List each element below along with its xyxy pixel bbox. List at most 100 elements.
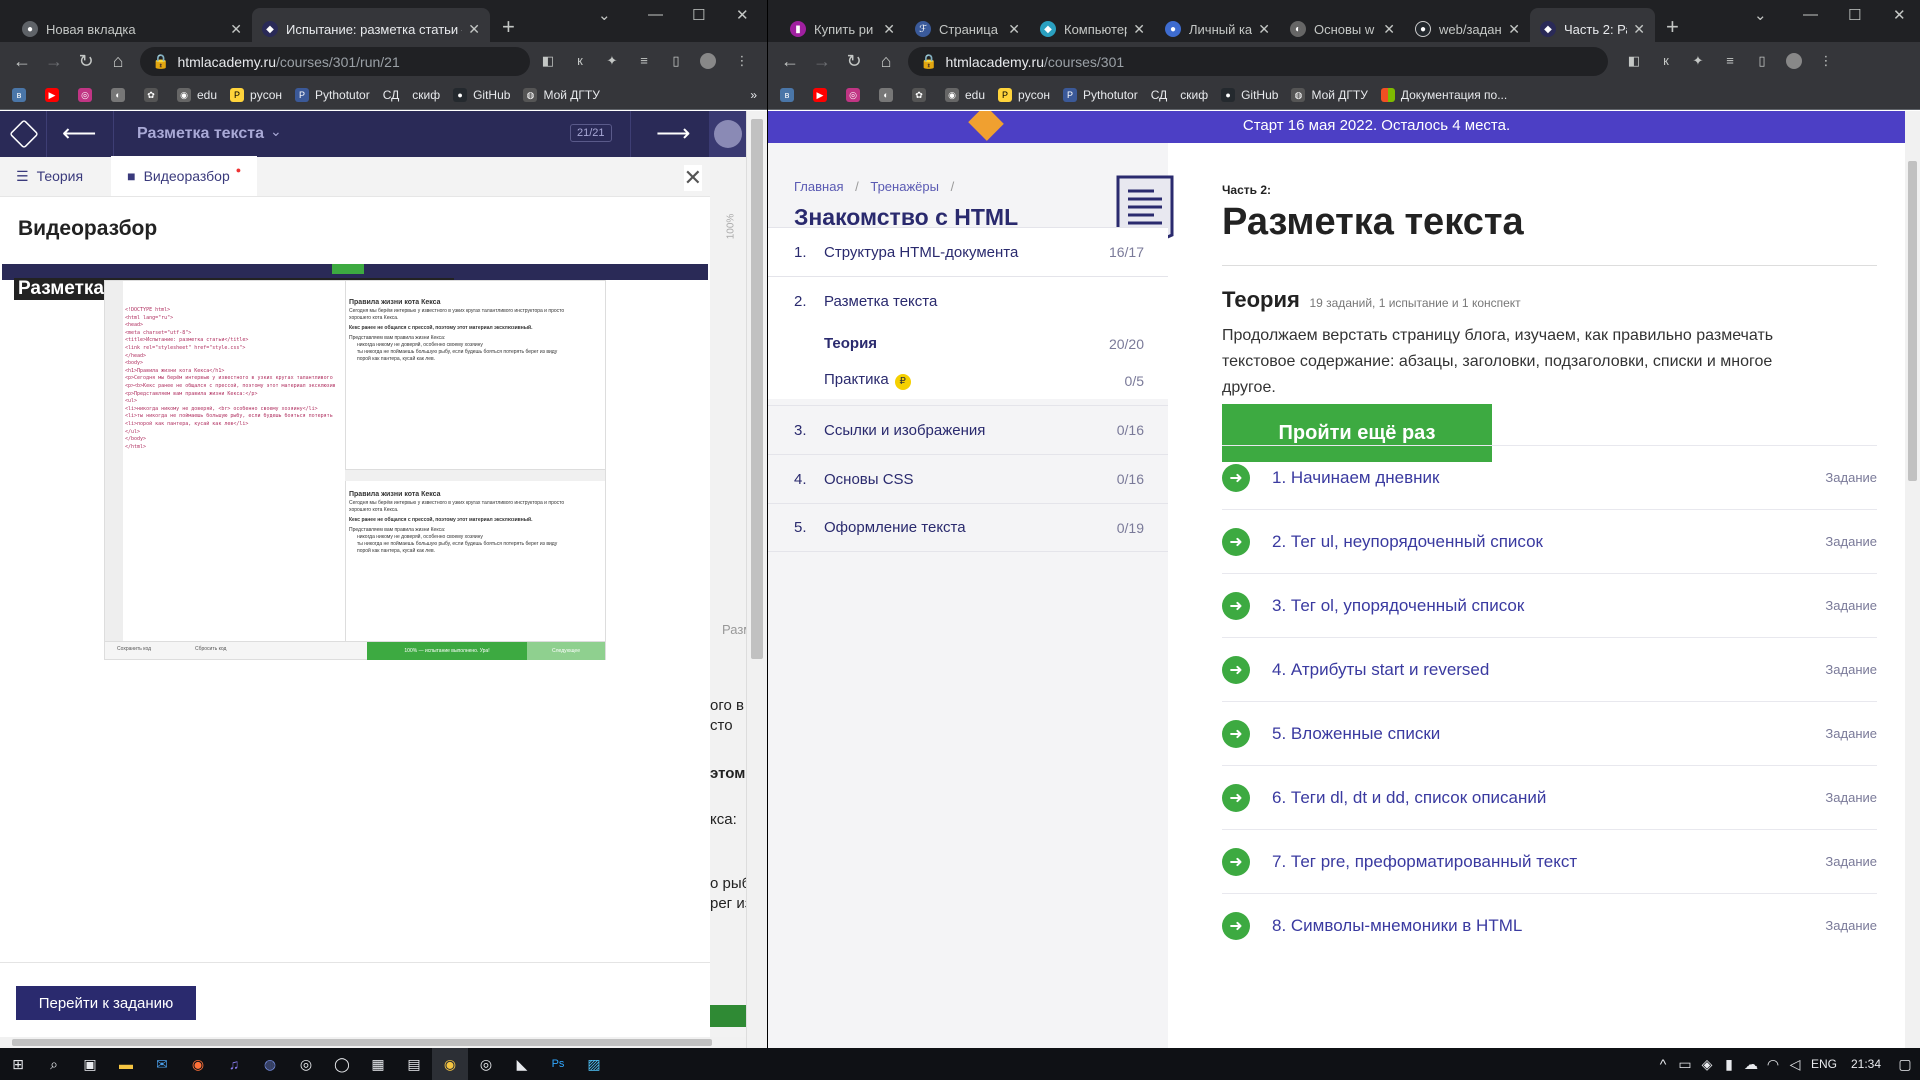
task-row[interactable]: ➜ 5. Вложенные списки Задание: [1222, 701, 1877, 765]
bookmark-openai[interactable]: ✿: [144, 87, 164, 102]
clock[interactable]: 21:34: [1842, 1048, 1890, 1080]
close-icon[interactable]: ✕: [883, 21, 895, 38]
close-icon[interactable]: ✕: [1383, 21, 1395, 38]
bookmark-globe[interactable]: ◐: [111, 87, 131, 102]
volume-icon[interactable]: ◁: [1784, 1048, 1806, 1080]
steam-icon-2[interactable]: ◎: [468, 1048, 504, 1080]
close-icon[interactable]: ✕: [1008, 21, 1020, 38]
prev-task-button[interactable]: ⟵: [62, 119, 96, 148]
bookmark-github[interactable]: ● GitHub: [453, 87, 510, 102]
module-2[interactable]: 2. Разметка текста: [768, 276, 1168, 325]
bookmark-instagram[interactable]: ◎: [78, 87, 98, 102]
bookmark-docs[interactable]: Документация по...: [1380, 87, 1507, 102]
search-icon[interactable]: ⌕: [36, 1048, 72, 1080]
video-player[interactable]: Разметка текста. Испытание: разметка ста…: [2, 264, 708, 662]
breadcrumb-trainers[interactable]: Тренажёры: [870, 179, 939, 194]
home-icon[interactable]: ⌂: [870, 51, 902, 72]
music-icon[interactable]: ♫: [216, 1048, 252, 1080]
chrome-active-icon[interactable]: ◉: [432, 1048, 468, 1080]
extension-icon[interactable]: ◧: [540, 53, 556, 69]
bookmark-github[interactable]: ● GitHub: [1221, 87, 1278, 102]
bookmark-youtube[interactable]: ▶: [813, 87, 833, 102]
forward-icon[interactable]: →: [38, 51, 70, 72]
bookmark-pythotutor[interactable]: P Pythotutor: [295, 87, 370, 102]
back-icon[interactable]: ←: [6, 51, 38, 72]
scrollbar[interactable]: [1905, 111, 1920, 1048]
close-window-button[interactable]: ✕: [1893, 6, 1906, 24]
reading-list-icon[interactable]: ≡: [636, 53, 652, 69]
horizontal-scrollbar[interactable]: [0, 1037, 746, 1048]
chevron-up-icon[interactable]: ^: [1652, 1048, 1674, 1080]
breadcrumb-home[interactable]: Главная: [794, 179, 843, 194]
puzzle-icon[interactable]: ✦: [604, 53, 620, 69]
calculator-icon[interactable]: ▦: [360, 1048, 396, 1080]
vk-extension-icon[interactable]: к: [572, 53, 588, 69]
task-view-icon[interactable]: ▣: [72, 1048, 108, 1080]
notifications-icon[interactable]: ▢: [1890, 1048, 1920, 1080]
bookmark-dgtu[interactable]: ◍ Мой ДГТУ: [523, 87, 600, 102]
minimize-button[interactable]: —: [1803, 6, 1818, 23]
task-row[interactable]: ➜ 4. Атрибуты start и reversed Задание: [1222, 637, 1877, 701]
battery-icon[interactable]: ▭: [1674, 1048, 1696, 1080]
module-5[interactable]: 5. Оформление текста 0/19: [768, 503, 1168, 552]
steam-icon[interactable]: ◎: [288, 1048, 324, 1080]
close-icon[interactable]: ✕: [468, 21, 480, 38]
menu-icon[interactable]: ⋮: [734, 53, 750, 69]
network-icon[interactable]: ◈: [1696, 1048, 1718, 1080]
wifi-icon[interactable]: ◠: [1762, 1048, 1784, 1080]
terminal-icon[interactable]: ▤: [396, 1048, 432, 1080]
task-row[interactable]: ➜ 8. Символы-мнемоники в HTML Задание: [1222, 893, 1877, 957]
home-icon[interactable]: ⌂: [102, 51, 134, 72]
paint-icon[interactable]: ▨: [576, 1048, 612, 1080]
address-bar[interactable]: 🔒 htmlacademy.ru/courses/301/run/21: [140, 47, 530, 76]
task-row[interactable]: ➜ 7. Тег pre, преформатированный текст Зад…: [1222, 829, 1877, 893]
bookmark-instagram[interactable]: ◎: [846, 87, 866, 102]
section-dropdown[interactable]: Разметка текста: [137, 125, 264, 143]
back-icon[interactable]: ←: [774, 51, 806, 72]
module-2-theory[interactable]: Теория 20/20: [768, 325, 1168, 362]
bookmark-youtube[interactable]: ▶: [45, 87, 65, 102]
forward-icon[interactable]: →: [806, 51, 838, 72]
windows-start-icon[interactable]: ⊞: [0, 1048, 36, 1080]
mail-icon[interactable]: ✉: [144, 1048, 180, 1080]
bookmark-edu[interactable]: ◉ edu: [945, 87, 985, 102]
task-row[interactable]: ➜ 3. Тег ol, упорядоченный список Задание: [1222, 573, 1877, 637]
vk-extension-icon[interactable]: к: [1658, 53, 1674, 69]
bookmark-pycon[interactable]: Ppycон: [230, 87, 282, 102]
module-3[interactable]: 3. Ссылки и изображения 0/16: [768, 405, 1168, 454]
task-row[interactable]: ➜ 1. Начинаем дневник Задание: [1222, 445, 1877, 509]
bookmark-skif[interactable]: скиф: [412, 88, 440, 102]
discord-icon[interactable]: ◍: [252, 1048, 288, 1080]
next-task-button[interactable]: ⟶: [656, 119, 690, 148]
close-icon[interactable]: ✕: [1508, 21, 1520, 38]
chevron-down-icon[interactable]: ⌄: [598, 6, 611, 24]
bookmark-globe[interactable]: ◐: [879, 87, 899, 102]
module-4[interactable]: 4. Основы CSS 0/16: [768, 454, 1168, 503]
module-1[interactable]: 1. Структура HTML-документа 16/17: [768, 227, 1168, 276]
bookmark-vk[interactable]: в: [780, 87, 800, 102]
puzzle-icon[interactable]: ✦: [1690, 53, 1706, 69]
sidepanel-icon[interactable]: ▯: [1754, 53, 1770, 69]
close-icon[interactable]: ✕: [230, 21, 242, 38]
maximize-button[interactable]: ☐: [1848, 6, 1861, 24]
tab-theory[interactable]: ☰ Теория: [16, 156, 99, 196]
avatar[interactable]: [1786, 53, 1802, 69]
reading-list-icon[interactable]: ≡: [1722, 53, 1738, 69]
reload-icon[interactable]: ↻: [70, 51, 102, 72]
reload-icon[interactable]: ↻: [838, 51, 870, 72]
close-icon[interactable]: ✕: [1258, 21, 1270, 38]
module-2-practice[interactable]: Практика ₽0/5: [768, 362, 1168, 399]
mic-icon[interactable]: ▮: [1718, 1048, 1740, 1080]
bookmark-dgtu[interactable]: ◍ Мой ДГТУ: [1291, 87, 1368, 102]
cloud-icon[interactable]: ☁: [1740, 1048, 1762, 1080]
close-window-button[interactable]: ✕: [736, 6, 749, 24]
menu-icon[interactable]: ⋮: [1818, 53, 1834, 69]
more-bookmarks-icon[interactable]: »: [750, 88, 757, 102]
close-icon[interactable]: ✕: [1133, 21, 1145, 38]
bookmark-sd[interactable]: СД: [1151, 88, 1168, 102]
extension-icon[interactable]: ◧: [1626, 53, 1642, 69]
chevron-down-icon[interactable]: ⌄: [1754, 6, 1767, 24]
close-icon[interactable]: ✕: [1633, 21, 1645, 38]
task-row[interactable]: ➜ 6. Теги dl, dt и dd, список описаний Зад…: [1222, 765, 1877, 829]
avatar[interactable]: [714, 120, 742, 148]
